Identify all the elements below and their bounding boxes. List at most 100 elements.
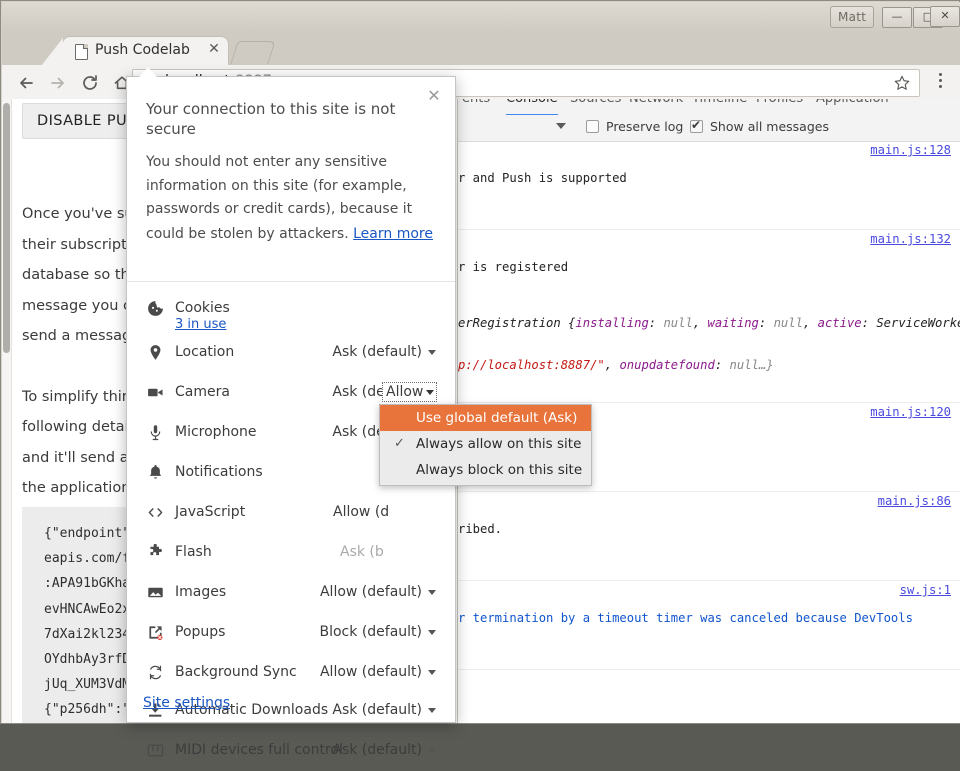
permission-row-midi[interactable]: MIDI devices full control Ask (default) bbox=[127, 731, 455, 771]
permission-label: MIDI devices full control bbox=[175, 741, 343, 760]
bubble-header: Your connection to this site is not secu… bbox=[146, 99, 442, 246]
permission-label: Microphone bbox=[175, 423, 257, 442]
permission-label: Background Sync bbox=[175, 663, 297, 682]
page-scrollbar[interactable] bbox=[2, 99, 12, 723]
permission-value-text: Ask (default) bbox=[332, 702, 422, 718]
browser-tab[interactable]: Push Codelab ✕ bbox=[62, 36, 229, 66]
console-source-link[interactable]: main.js:132 bbox=[870, 232, 951, 246]
profile-button[interactable]: Matt bbox=[830, 6, 874, 28]
bookmark-star-icon[interactable] bbox=[893, 74, 911, 92]
menu-item-always-allow[interactable]: ✓ Always allow on this site bbox=[380, 431, 591, 457]
new-tab-button[interactable] bbox=[230, 41, 275, 64]
permission-value[interactable]: Ask (default) bbox=[332, 741, 436, 760]
permission-label: Location bbox=[175, 343, 234, 362]
console-row[interactable]: ribed. main.js:86 bbox=[458, 492, 960, 581]
tab-title: Push Codelab bbox=[95, 42, 200, 58]
permission-label: Camera bbox=[175, 383, 230, 402]
bubble-arrow bbox=[139, 67, 157, 77]
console-source-link[interactable]: main.js:120 bbox=[870, 405, 951, 419]
midi-keyboard-icon bbox=[146, 741, 165, 760]
reload-icon[interactable] bbox=[80, 73, 100, 93]
devtools-tabbar: ents Console Sources Network Timeline Pr… bbox=[458, 99, 960, 116]
back-arrow-icon[interactable] bbox=[16, 73, 36, 93]
console-row[interactable]: r termination by a timeout timer was can… bbox=[458, 581, 960, 670]
page-scrollbar-thumb[interactable] bbox=[3, 103, 10, 353]
bubble-divider bbox=[127, 281, 455, 282]
tab-close-icon[interactable]: ✕ bbox=[206, 42, 222, 58]
permission-label: JavaScript bbox=[175, 503, 245, 522]
permission-row-flash[interactable]: Flash Ask (b bbox=[127, 533, 455, 573]
permission-value[interactable]: Ask (default) bbox=[332, 343, 436, 362]
tab-strip: Push Codelab ✕ bbox=[2, 32, 960, 65]
notifications-permission-menu: Use global default (Ask) ✓ Always allow … bbox=[379, 404, 592, 486]
tab-timeline[interactable]: Timeline bbox=[692, 99, 747, 114]
three-dot-menu-icon[interactable] bbox=[932, 73, 948, 91]
preserve-log-checkbox[interactable] bbox=[586, 120, 599, 133]
permission-row-cookies[interactable]: Cookies 3 in use bbox=[127, 289, 455, 329]
permission-value[interactable]: Allow (d bbox=[333, 503, 389, 522]
show-all-messages-label: Show all messages bbox=[710, 119, 829, 134]
console-message: ribed. bbox=[458, 522, 960, 536]
chevron-down-icon bbox=[426, 390, 434, 395]
image-icon bbox=[146, 583, 165, 602]
cookies-in-use-link[interactable]: 3 in use bbox=[175, 317, 226, 332]
console-row[interactable]: r is registered main.js:132 erRegistrati… bbox=[458, 230, 960, 403]
filter-caret-icon[interactable] bbox=[556, 123, 566, 129]
show-all-messages-checkbox[interactable] bbox=[690, 120, 703, 133]
chevron-down-icon bbox=[428, 708, 436, 713]
permission-value[interactable]: Block (default) bbox=[320, 623, 437, 642]
permission-value[interactable]: Ask (default) bbox=[332, 701, 436, 720]
browser-window: Matt — □ ✕ Push Codelab ✕ i bbox=[0, 0, 960, 724]
check-icon: ✓ bbox=[394, 431, 405, 457]
code-brackets-icon bbox=[146, 503, 165, 522]
permission-value-text: Allow (default) bbox=[320, 584, 422, 600]
window-titlebar: Matt — □ ✕ bbox=[2, 2, 960, 33]
chevron-down-icon bbox=[428, 748, 436, 753]
learn-more-link[interactable]: Learn more bbox=[353, 223, 433, 247]
permission-value[interactable]: Allow (default) bbox=[320, 663, 436, 682]
location-pin-icon bbox=[146, 343, 165, 362]
tab-elements[interactable]: ents bbox=[462, 99, 490, 114]
permission-row-images[interactable]: Images Allow (default) bbox=[127, 573, 455, 613]
menu-item-use-global-default[interactable]: Use global default (Ask) bbox=[380, 405, 591, 431]
permission-value[interactable]: Allow (default) bbox=[320, 583, 436, 602]
tab-application[interactable]: Application bbox=[816, 99, 889, 114]
bubble-body-text: You should not enter any sensitive infor… bbox=[146, 151, 442, 246]
chevron-down-icon bbox=[428, 590, 436, 595]
console-source-link[interactable]: sw.js:1 bbox=[900, 583, 951, 597]
preserve-log-label: Preserve log bbox=[606, 119, 683, 134]
menu-item-label: Use global default (Ask) bbox=[416, 410, 577, 426]
window-minimize-button[interactable]: — bbox=[882, 7, 912, 28]
chevron-down-icon bbox=[428, 350, 436, 355]
window-close-button[interactable]: ✕ bbox=[930, 6, 960, 27]
menu-item-always-block[interactable]: Always block on this site bbox=[380, 457, 591, 483]
site-settings-link[interactable]: Site settings bbox=[143, 695, 230, 711]
tab-console[interactable]: Console bbox=[506, 99, 558, 116]
tab-network[interactable]: Network bbox=[629, 99, 683, 114]
chevron-down-icon bbox=[428, 630, 436, 635]
bubble-title: Your connection to this site is not secu… bbox=[146, 99, 442, 139]
console-source-link[interactable]: main.js:86 bbox=[878, 494, 951, 508]
popup-blocked-icon bbox=[146, 623, 165, 642]
permission-value[interactable]: Ask (b bbox=[340, 543, 384, 562]
permission-row-javascript[interactable]: JavaScript Allow (d bbox=[127, 493, 455, 533]
permission-row-background-sync[interactable]: Background Sync Allow (default) bbox=[127, 653, 455, 693]
permission-label: Flash bbox=[175, 543, 212, 562]
notifications-select[interactable]: Allow bbox=[382, 382, 437, 402]
permission-row-popups[interactable]: Popups Block (default) bbox=[127, 613, 455, 653]
permission-value-text: Ask (default) bbox=[332, 344, 422, 360]
permission-label: Notifications bbox=[175, 463, 263, 482]
permission-value-text: Ask (b bbox=[340, 544, 384, 560]
camera-icon bbox=[146, 383, 165, 402]
console-source-link[interactable]: main.js:128 bbox=[870, 143, 951, 157]
permission-label: Cookies bbox=[175, 299, 230, 318]
tab-sources[interactable]: Sources bbox=[570, 99, 621, 114]
permission-value-text: Block (default) bbox=[320, 624, 423, 640]
tab-profiles[interactable]: Profiles bbox=[756, 99, 803, 114]
permission-value-text: Allow (default) bbox=[320, 664, 422, 680]
flash-puzzle-icon bbox=[146, 543, 165, 562]
console-row[interactable]: r and Push is supported main.js:128 bbox=[458, 141, 960, 230]
permission-label: Popups bbox=[175, 623, 225, 642]
forward-arrow-icon bbox=[48, 73, 68, 93]
permission-row-location[interactable]: Location Ask (default) bbox=[127, 333, 455, 373]
